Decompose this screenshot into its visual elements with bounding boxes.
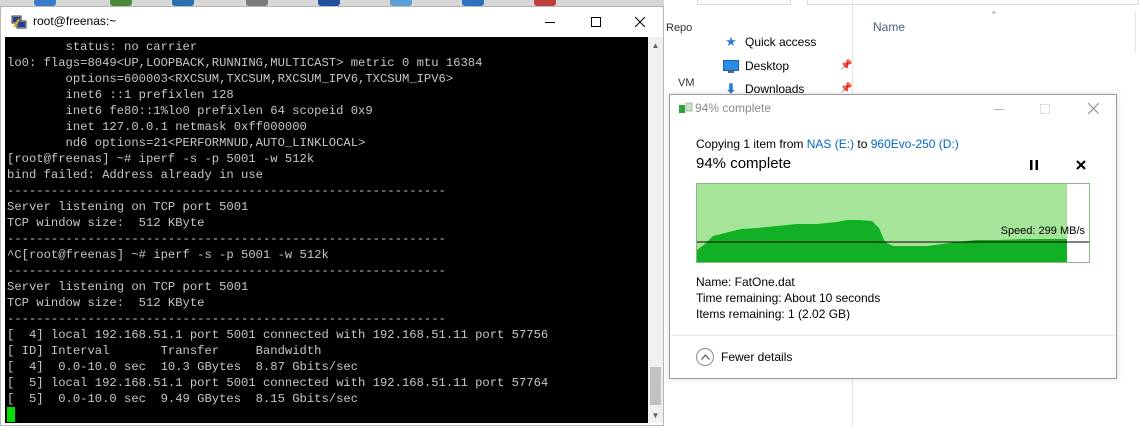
- minimize-icon: [545, 14, 555, 30]
- terminal-line: [ 4] 0.0-10.0 sec 10.3 GBytes 8.87 Gbits…: [7, 360, 359, 374]
- terminal-title: root@freenas:~: [33, 14, 117, 28]
- terminal-line: TCP window size: 512 KByte: [7, 216, 205, 230]
- scrollbar-thumb[interactable]: [650, 367, 661, 405]
- terminal-line: ----------------------------------------…: [7, 264, 446, 278]
- sort-ascending-icon: ⌃: [990, 10, 998, 20]
- terminal-line: [ 5] local 192.168.51.1 port 5001 connec…: [7, 376, 549, 390]
- pin-icon: 📌: [840, 60, 853, 71]
- terminal-line: [ 4] local 192.168.51.1 port 5001 connec…: [7, 328, 549, 342]
- speed-graph: Speed: 299 MB/s: [696, 183, 1090, 263]
- nav-item-label: Desktop: [745, 59, 790, 73]
- divider: [670, 335, 1116, 336]
- scroll-down-arrow-icon[interactable]: ▼: [648, 407, 663, 423]
- desktop-icon: [723, 59, 739, 73]
- progress-heading: 94% complete: [696, 155, 792, 172]
- minimize-button[interactable]: [976, 95, 1022, 123]
- terminal-line: [ 5] 0.0-10.0 sec 9.49 GBytes 8.15 Gbits…: [7, 392, 359, 406]
- source-link[interactable]: NAS (E:): [807, 137, 854, 151]
- terminal-line: inet6 fe80::1%lo0 prefixlen 64 scopeid 0…: [7, 104, 373, 118]
- copy-dialog-title: 94% complete: [695, 101, 772, 115]
- copy-dialog-titlebar[interactable]: 94% complete: [670, 95, 1116, 123]
- copy-desc-middle: to: [854, 137, 871, 151]
- minimize-icon: [994, 102, 1004, 117]
- terminal-line: [root@freenas] ~# iperf -s -p 5001 -w 51…: [7, 152, 315, 166]
- terminal-line: nd6 options=21<PERFORMNUD,AUTO_LINKLOCAL…: [7, 136, 366, 150]
- terminal-line: options=600003<RXCSUM,TXCSUM,RXCSUM_IPV6…: [7, 72, 454, 86]
- terminal-line: inet6 ::1 prefixlen 128: [7, 88, 234, 102]
- search-box-fragment[interactable]: [807, 0, 1139, 5]
- close-button[interactable]: [1070, 95, 1116, 123]
- terminal-scrollbar[interactable]: ▲ ▼: [648, 37, 663, 423]
- terminal-line: Server listening on TCP port 5001: [7, 200, 249, 214]
- copy-progress-dialog: 94% complete Copying 1 item from NAS (E:…: [669, 94, 1117, 379]
- terminal-cursor: [7, 407, 15, 422]
- cancel-button[interactable]: [1072, 156, 1090, 174]
- chevron-up-icon: [696, 348, 714, 366]
- terminal-lines: status: no carrier lo0: flags=8049<UP,LO…: [7, 39, 548, 407]
- column-divider: [1135, 12, 1136, 52]
- toolbar-fragment-vm: VM: [678, 77, 695, 89]
- fewer-details-toggle[interactable]: Fewer details: [696, 347, 792, 367]
- file-name-line: Name: FatOne.dat: [696, 275, 795, 289]
- toolbar-fragment-repo: Repo: [666, 22, 693, 34]
- terminal-line: lo0: flags=8049<UP,LOOPBACK,RUNNING,MULT…: [7, 56, 483, 70]
- speed-graph-drawing: [697, 184, 1089, 262]
- terminal-titlebar[interactable]: root@freenas:~: [1, 7, 663, 37]
- fewer-details-label: Fewer details: [721, 350, 793, 364]
- maximize-icon: [1040, 102, 1050, 117]
- terminal-line: inet 127.0.0.1 netmask 0xff000000: [7, 120, 307, 134]
- column-header-name[interactable]: Name: [873, 20, 905, 34]
- star-icon: ★: [725, 34, 737, 49]
- copy-details: Name: FatOne.dat Time remaining: About 1…: [696, 274, 880, 322]
- terminal-line: TCP window size: 512 KByte: [7, 296, 205, 310]
- terminal-line: Server listening on TCP port 5001: [7, 280, 249, 294]
- maximize-button[interactable]: [1022, 95, 1068, 123]
- minimize-button[interactable]: [527, 7, 573, 37]
- terminal-line: ----------------------------------------…: [7, 312, 446, 326]
- terminal-line: [ ID] Interval Transfer Bandwidth: [7, 344, 322, 358]
- terminal-line: ----------------------------------------…: [7, 184, 446, 198]
- items-remaining-line: Items remaining: 1 (2.02 GB): [696, 307, 851, 321]
- terminal-line: status: no carrier: [7, 40, 198, 54]
- address-bar-fragment: [697, 0, 791, 5]
- close-icon: [1087, 102, 1099, 117]
- pause-icon: [1030, 160, 1038, 170]
- speed-label: Speed: 299 MB/s: [1000, 225, 1085, 237]
- nav-item-label: Quick access: [745, 35, 817, 49]
- time-remaining-line: Time remaining: About 10 seconds: [696, 291, 881, 305]
- pin-icon: 📌: [840, 83, 853, 94]
- pause-button[interactable]: [1026, 156, 1042, 174]
- maximize-button[interactable]: [573, 7, 619, 37]
- nav-item-desktop[interactable]: Desktop: [723, 56, 789, 76]
- terminal-window: root@freenas:~ status: no carrier lo0: f…: [0, 6, 664, 426]
- terminal-line: ----------------------------------------…: [7, 232, 446, 246]
- copy-desc-prefix: Copying 1 item from: [696, 137, 807, 151]
- cancel-icon: [1076, 160, 1086, 170]
- putty-icon: [11, 15, 27, 29]
- nav-item-quick-access[interactable]: ★ Quick access: [723, 32, 816, 52]
- maximize-icon: [591, 14, 601, 30]
- close-button[interactable]: [617, 7, 663, 37]
- copy-description: Copying 1 item from NAS (E:) to 960Evo-2…: [696, 137, 959, 151]
- close-icon: [634, 14, 646, 30]
- destination-link[interactable]: 960Evo-250 (D:): [871, 137, 959, 151]
- copy-progress-icon: [679, 102, 693, 113]
- terminal-line: ^C[root@freenas] ~# iperf -s -p 5001 -w …: [7, 248, 329, 262]
- terminal-output[interactable]: status: no carrier lo0: flags=8049<UP,LO…: [5, 37, 648, 423]
- terminal-line: bind failed: Address already in use: [7, 168, 263, 182]
- scroll-up-arrow-icon[interactable]: ▲: [648, 37, 663, 53]
